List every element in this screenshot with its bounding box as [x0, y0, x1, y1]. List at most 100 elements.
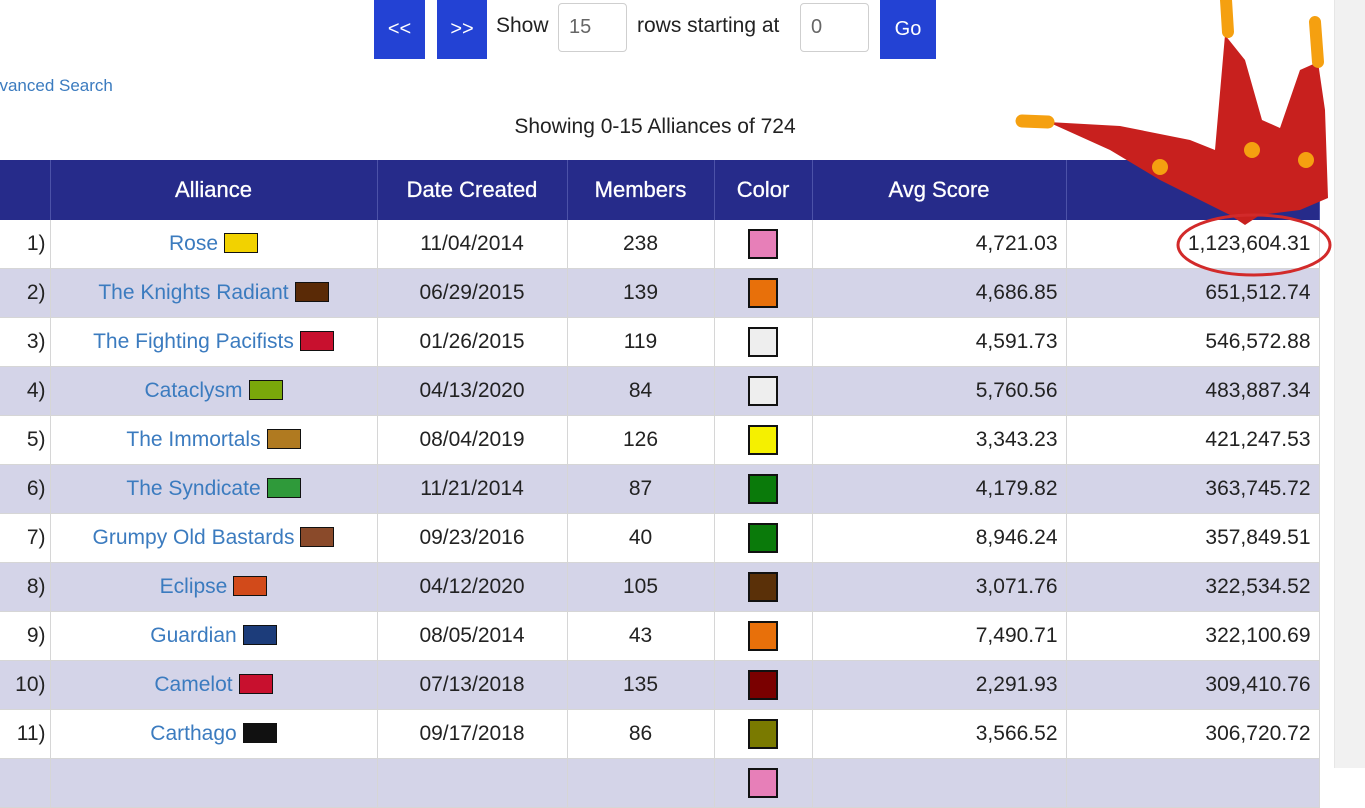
color-cell — [714, 464, 813, 514]
alliance-cell: Carthago — [50, 709, 378, 759]
date-created-column-header[interactable]: Date Created — [377, 160, 568, 220]
alliance-cell: Grumpy Old Bastards — [50, 513, 378, 563]
alliance-link[interactable]: The Immortals — [126, 428, 260, 451]
rank-cell: 9) — [0, 611, 51, 661]
alliance-link[interactable]: The Knights Radiant — [98, 281, 288, 304]
alliance-link[interactable]: Camelot — [154, 673, 232, 696]
color-column-header[interactable]: Color — [714, 160, 813, 220]
avg-score-cell: 3,343.23 — [812, 415, 1067, 465]
color-cell — [714, 562, 813, 612]
score-cell: 363,745.72 — [1066, 464, 1320, 514]
alliance-cell: Eclipse — [50, 562, 378, 612]
score-cell: 322,534.52 — [1066, 562, 1320, 612]
camelot-flag-icon — [238, 674, 273, 694]
score-cell — [1066, 758, 1320, 808]
rank-cell: 8) — [0, 562, 51, 612]
previous-page-button[interactable]: << — [374, 0, 425, 59]
color-swatch — [748, 572, 778, 602]
alliance-link[interactable]: The Fighting Pacifists — [93, 330, 294, 353]
alliance-link[interactable]: Eclipse — [160, 575, 228, 598]
rank-cell: 3) — [0, 317, 51, 367]
avg-score-cell: 4,179.82 — [812, 464, 1067, 514]
results-summary: Showing 0-15 Alliances of 724 — [514, 115, 796, 138]
table-row: 3) The Fighting Pacifists 01/26/2015 119 4,5… — [0, 317, 1320, 367]
alliance-column-header[interactable]: Alliance — [50, 160, 378, 220]
vertical-scrollbar[interactable] — [1334, 0, 1365, 768]
rose-flag-icon — [224, 233, 259, 253]
alliance-cell: The Syndicate — [50, 464, 378, 514]
alliance-link[interactable]: Grumpy Old Bastards — [93, 526, 295, 549]
score-cell: 322,100.69 — [1066, 611, 1320, 661]
table-row: 6) The Syndicate 11/21/2014 87 4,179.82 363,7… — [0, 464, 1320, 514]
alliance-link[interactable]: Guardian — [150, 624, 236, 647]
rank-cell: 11) — [0, 709, 51, 759]
guardian-flag-icon — [242, 625, 277, 645]
members-cell: 135 — [567, 660, 715, 710]
color-cell — [714, 611, 813, 661]
score-cell: 306,720.72 — [1066, 709, 1320, 759]
crown-jewel — [1244, 142, 1260, 158]
next-page-button[interactable]: >> — [437, 0, 487, 59]
table-row: 9) Guardian 08/05/2014 43 7,490.71 322,100.69 — [0, 611, 1320, 661]
date-created-cell: 09/17/2018 — [377, 709, 568, 759]
rank-cell: 7) — [0, 513, 51, 563]
rank-cell: 4) — [0, 366, 51, 416]
rank-cell: 2) — [0, 268, 51, 318]
members-cell — [567, 758, 715, 808]
members-cell: 126 — [567, 415, 715, 465]
members-cell: 40 — [567, 513, 715, 563]
members-cell: 43 — [567, 611, 715, 661]
alliance-cell: The Knights Radiant — [50, 268, 378, 318]
color-swatch — [748, 670, 778, 700]
color-cell — [714, 317, 813, 367]
alliance-cell: The Fighting Pacifists — [50, 317, 378, 367]
start-row-input[interactable] — [800, 3, 869, 52]
alliance-link[interactable]: The Syndicate — [126, 477, 260, 500]
color-cell — [714, 513, 813, 563]
alliance-link[interactable]: Rose — [169, 232, 218, 255]
alliances-table: Alliance Date Created Members Color Avg … — [0, 160, 1320, 808]
table-row: 8) Eclipse 04/12/2020 105 3,071.76 322,534.52 — [0, 562, 1320, 612]
date-created-cell: 04/13/2020 — [377, 366, 568, 416]
members-column-header[interactable]: Members — [567, 160, 715, 220]
avg-score-cell: 8,946.24 — [812, 513, 1067, 563]
advanced-search-link[interactable]: dvanced Search — [0, 76, 113, 96]
alliance-cell: The Immortals — [50, 415, 378, 465]
date-created-cell — [377, 758, 568, 808]
date-created-cell: 06/29/2015 — [377, 268, 568, 318]
alliance-link[interactable]: Cataclysm — [144, 379, 242, 402]
members-cell: 139 — [567, 268, 715, 318]
avg-score-cell — [812, 758, 1067, 808]
avg-score-cell: 3,566.52 — [812, 709, 1067, 759]
rank-column-header[interactable] — [0, 160, 51, 220]
members-cell: 238 — [567, 220, 715, 269]
color-swatch — [748, 474, 778, 504]
members-cell: 86 — [567, 709, 715, 759]
date-created-cell: 11/04/2014 — [377, 220, 568, 269]
table-row: 11) Carthago 09/17/2018 86 3,566.52 306,720.7… — [0, 709, 1320, 759]
score-cell: 651,512.74 — [1066, 268, 1320, 318]
color-swatch — [748, 425, 778, 455]
table-row: 2) The Knights Radiant 06/29/2015 139 4,686.… — [0, 268, 1320, 318]
alliance-cell: Cataclysm — [50, 366, 378, 416]
score-column-header[interactable] — [1066, 160, 1320, 220]
avg-score-column-header[interactable]: Avg Score — [812, 160, 1067, 220]
cataclysm-flag-icon — [248, 380, 283, 400]
avg-score-cell: 2,291.93 — [812, 660, 1067, 710]
alliance-cell — [50, 758, 378, 808]
table-row: 10) Camelot 07/13/2018 135 2,291.93 309,410.7… — [0, 660, 1320, 710]
color-cell — [714, 660, 813, 710]
rows-count-input[interactable] — [558, 3, 627, 52]
color-cell — [714, 758, 813, 808]
rank-cell: 5) — [0, 415, 51, 465]
rows-starting-label: rows starting at — [637, 14, 780, 37]
avg-score-cell: 5,760.56 — [812, 366, 1067, 416]
syndicate-flag-icon — [266, 478, 301, 498]
rank-cell: 10) — [0, 660, 51, 710]
alliance-link[interactable]: Carthago — [150, 722, 236, 745]
color-swatch — [748, 229, 778, 259]
table-row: 4) Cataclysm 04/13/2020 84 5,760.56 483,887.3… — [0, 366, 1320, 416]
go-button[interactable]: Go — [880, 0, 936, 59]
avg-score-cell: 4,721.03 — [812, 220, 1067, 269]
avg-score-cell: 3,071.76 — [812, 562, 1067, 612]
